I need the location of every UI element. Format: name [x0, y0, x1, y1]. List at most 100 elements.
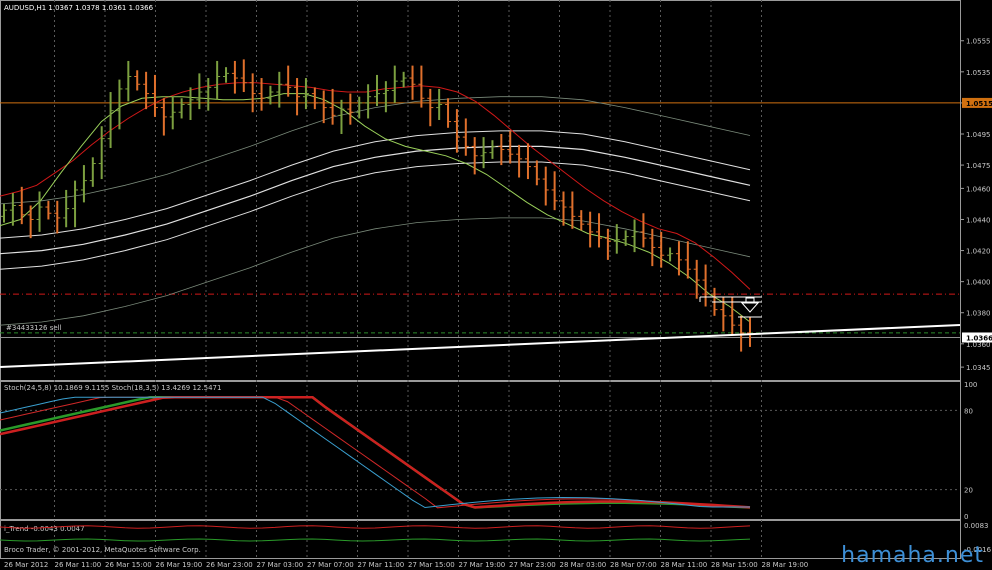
price-bar	[178, 98, 185, 119]
time-label: 26 Mar 19:00	[156, 561, 203, 569]
band-line	[0, 161, 751, 270]
time-label: 27 Mar 03:00	[257, 561, 304, 569]
price-bar	[329, 88, 336, 125]
price-bar	[578, 210, 585, 231]
price-bar	[551, 171, 558, 211]
price-bar	[160, 98, 167, 136]
time-label: 27 Mar 11:00	[358, 561, 405, 569]
price-bar	[1, 203, 7, 223]
price-bar	[27, 205, 34, 239]
price-bar	[675, 241, 682, 276]
price-bar	[667, 247, 674, 262]
time-label: 27 Mar 19:00	[459, 561, 506, 569]
price-bar	[214, 60, 221, 100]
band-line	[0, 130, 751, 239]
price-bar	[294, 78, 301, 116]
sell-arrow-icon[interactable]	[740, 297, 760, 313]
time-label: 26 Mar 11:00	[55, 561, 102, 569]
vertical-grid	[54, 0, 762, 558]
watermark: hamaha.net	[841, 543, 984, 568]
price-bar	[98, 126, 105, 180]
price-bar	[72, 180, 79, 228]
price-bar	[276, 71, 283, 108]
stoch-tick: 80	[964, 407, 973, 415]
price-bar	[684, 241, 691, 279]
price-bar	[338, 99, 345, 134]
stoch-tick: 20	[964, 487, 973, 495]
stoch-levels	[0, 409, 960, 491]
moving-average-green	[0, 93, 751, 323]
price-bar	[524, 143, 531, 180]
trend-green-line	[0, 538, 751, 542]
price-bar	[347, 93, 354, 125]
stoch-fast-main	[0, 396, 750, 509]
time-axis: 26 Mar 2012 26 Mar 11:00 26 Mar 15:00 26 Ma…	[4, 561, 808, 569]
price-bar	[542, 166, 549, 206]
price-bar	[169, 96, 176, 130]
price-bar	[54, 200, 61, 234]
price-bar	[516, 144, 523, 178]
moving-average-red	[0, 82, 751, 290]
trend-tick: 0.0083	[964, 522, 989, 530]
price-bar	[240, 59, 247, 93]
price-tick-label: 1.0555	[966, 38, 991, 46]
price-bar	[187, 87, 194, 121]
stoch-lines	[0, 395, 751, 509]
time-label: 27 Mar 15:00	[408, 561, 455, 569]
price-bar	[311, 87, 318, 110]
order-label: #34433126 sell	[6, 324, 62, 332]
price-bar	[640, 213, 647, 248]
price-bar	[507, 130, 514, 164]
time-label: 28 Mar 07:00	[610, 561, 657, 569]
price-bar	[18, 186, 25, 225]
price-bar	[622, 230, 629, 246]
panel-frame-0	[0, 0, 961, 381]
price-bar	[116, 79, 123, 130]
price-bar	[427, 88, 434, 127]
price-bar	[151, 74, 158, 117]
price-bar	[196, 73, 203, 110]
band-line	[0, 145, 751, 255]
price-axis: 1.0555 1.0535 1.0515 1.0495 1.0475 1.0460 1.04…	[960, 38, 991, 372]
price-tick-label: 1.0345	[966, 364, 991, 372]
symbol-header: AUDUSD,H1 1.0367 1.0378 1.0361 1.0366	[4, 4, 154, 12]
price-bar	[223, 67, 230, 83]
trend-red-line	[0, 525, 751, 529]
price-tick-label: 1.0535	[966, 69, 991, 77]
price-bar	[409, 65, 416, 100]
envelope-bands	[0, 96, 751, 326]
price-bar	[747, 317, 753, 347]
chart-canvas[interactable]: #34433126 sell 1.05551.05351.05151.04951…	[0, 0, 992, 570]
price-tick-label: 1.0380	[966, 310, 991, 318]
price-bar	[63, 189, 70, 228]
price-tick-label: 1.0420	[966, 248, 991, 256]
stoch-slow-signal	[0, 395, 751, 509]
price-bar	[36, 191, 43, 232]
price-bar	[596, 213, 603, 248]
price-bar	[569, 191, 576, 229]
price-bar	[702, 264, 709, 307]
price-bar	[453, 109, 460, 153]
price-bar	[613, 224, 620, 254]
copyright-text: Broco Trader, © 2001-2012, MetaQuotes So…	[4, 546, 201, 554]
stoch-axis: 100 80 20 0	[964, 381, 977, 521]
time-label: 26 Mar 23:00	[206, 561, 253, 569]
trading-terminal-window: #34433126 sell 1.05551.05351.05151.04951…	[0, 0, 992, 570]
price-tick-label: 1.0440	[966, 216, 991, 224]
stoch-header: Stoch(24,5,8) 10.1869 9.1155 Stoch(18,3,…	[4, 384, 221, 392]
price-bar	[462, 118, 469, 156]
price-bar	[231, 60, 238, 94]
price-bar	[693, 259, 700, 299]
trendline[interactable]	[0, 324, 961, 368]
price-bar	[143, 71, 150, 110]
price-tick-label: 1.0460	[966, 185, 991, 193]
trend-lines	[0, 525, 751, 542]
stoch-slow-main	[0, 395, 751, 509]
time-label: 26 Mar 15:00	[105, 561, 152, 569]
time-label: 28 Mar 19:00	[762, 561, 809, 569]
price-bar	[436, 88, 443, 121]
time-label: 26 Mar 2012	[4, 561, 48, 569]
price-bar	[400, 71, 407, 88]
price-bar	[285, 65, 292, 97]
price-tick-label: 1.0400	[966, 279, 991, 287]
